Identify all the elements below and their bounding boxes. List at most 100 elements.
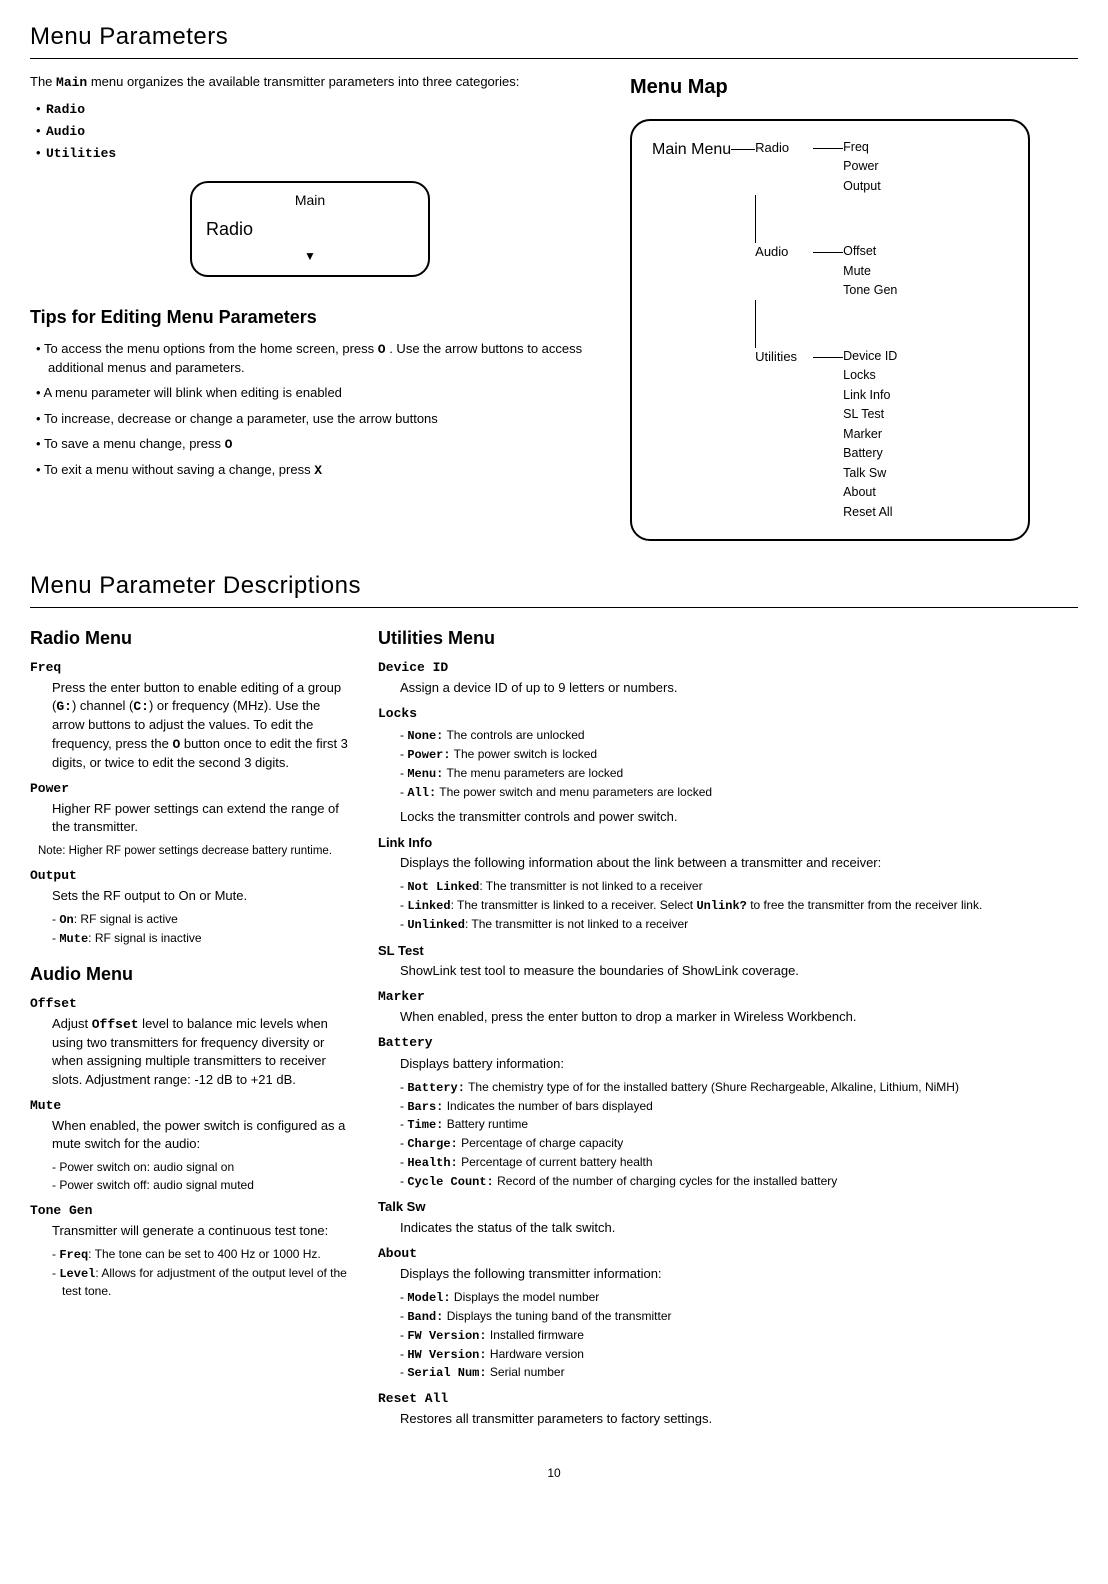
sub-item: Freq: The tone can be set to 400 Hz or 1… bbox=[52, 1246, 350, 1264]
map-audio-label: Audio bbox=[755, 243, 813, 261]
map-item: Offset bbox=[843, 243, 897, 261]
power-note: Note: Higher RF power settings decrease … bbox=[38, 843, 350, 859]
map-item: Device ID bbox=[843, 348, 897, 366]
sub-item: HW Version: Hardware version bbox=[400, 1346, 1078, 1364]
tip-4: To save a menu change, press O bbox=[36, 435, 590, 454]
map-connector-icon bbox=[731, 149, 755, 150]
tonegen-sublist: Freq: The tone can be set to 400 Hz or 1… bbox=[52, 1246, 350, 1299]
marker-body: When enabled, press the enter button to … bbox=[400, 1008, 1078, 1026]
section-heading: Menu Parameters bbox=[30, 20, 1078, 59]
radio-menu-heading: Radio Menu bbox=[30, 626, 350, 651]
battery-body: Displays battery information: bbox=[400, 1055, 1078, 1073]
offset-body: Adjust Offset level to balance mic level… bbox=[52, 1015, 350, 1089]
sub-item: Model: Displays the model number bbox=[400, 1289, 1078, 1307]
sub-item: Unlinked: The transmitter is not linked … bbox=[400, 916, 1078, 934]
sub-item: Level: Allows for adjustment of the outp… bbox=[52, 1265, 350, 1300]
left-column: Radio Menu Freq Press the enter button t… bbox=[30, 622, 350, 1435]
tip-3: To increase, decrease or change a parame… bbox=[36, 410, 590, 428]
param-output: Output bbox=[30, 867, 350, 885]
param-power: Power bbox=[30, 780, 350, 798]
map-item: Power bbox=[843, 158, 881, 176]
lcd-box: Main Radio ▼ bbox=[190, 181, 430, 277]
param-locks: Locks bbox=[378, 705, 1078, 723]
map-col: Radio Freq Power Output Audio Offs bbox=[755, 139, 897, 522]
param-mute: Mute bbox=[30, 1097, 350, 1115]
tips-heading: Tips for Editing Menu Parameters bbox=[30, 305, 590, 330]
intro-c: menu organizes the available transmitter… bbox=[87, 74, 519, 89]
map-utilities-items: Device ID Locks Link Info SL Test Marker… bbox=[843, 348, 897, 522]
cat-utilities: •Utilities bbox=[36, 144, 590, 163]
map-radio-items: Freq Power Output bbox=[843, 139, 881, 196]
sub-item: Battery: The chemistry type of for the i… bbox=[400, 1079, 1078, 1097]
sub-item: Band: Displays the tuning band of the tr… bbox=[400, 1308, 1078, 1326]
battery-sublist: Battery: The chemistry type of for the i… bbox=[400, 1079, 1078, 1191]
tip-2: A menu parameter will blink when editing… bbox=[36, 384, 590, 402]
down-arrow-icon: ▼ bbox=[206, 248, 414, 265]
freq-body: Press the enter button to enable editing… bbox=[52, 679, 350, 772]
sub-item: Time: Battery runtime bbox=[400, 1116, 1078, 1134]
linkinfo-sublist: Not Linked: The transmitter is not linke… bbox=[400, 878, 1078, 933]
sub-item: Mute: RF signal is inactive bbox=[52, 930, 350, 948]
map-item: Locks bbox=[843, 367, 897, 385]
mute-body: When enabled, the power switch is config… bbox=[52, 1117, 350, 1153]
sub-item: Linked: The transmitter is linked to a r… bbox=[400, 897, 1078, 915]
map-item: Tone Gen bbox=[843, 282, 897, 300]
menu-map-side: Menu Map Main Menu Radio Freq Power Outp… bbox=[630, 73, 1078, 542]
cat-radio: •Radio bbox=[36, 100, 590, 119]
map-item: Freq bbox=[843, 139, 881, 157]
map-main: Main Menu bbox=[652, 139, 731, 161]
map-item: Reset All bbox=[843, 504, 897, 522]
param-about: About bbox=[378, 1245, 1078, 1263]
map-radio-label: Radio bbox=[755, 139, 813, 157]
param-marker: Marker bbox=[378, 988, 1078, 1006]
sub-item: FW Version: Installed firmware bbox=[400, 1327, 1078, 1345]
map-item: Link Info bbox=[843, 387, 897, 405]
desc-columns: Radio Menu Freq Press the enter button t… bbox=[30, 622, 1078, 1435]
sub-item: Serial Num: Serial number bbox=[400, 1364, 1078, 1382]
param-battery: Battery bbox=[378, 1034, 1078, 1052]
map-radio-row: Radio Freq Power Output bbox=[755, 139, 897, 196]
right-column: Utilities Menu Device ID Assign a device… bbox=[378, 622, 1078, 1435]
param-deviceid: Device ID bbox=[378, 659, 1078, 677]
param-talksw: Talk Sw bbox=[378, 1198, 1078, 1216]
map-item: Marker bbox=[843, 426, 897, 444]
sub-item: Not Linked: The transmitter is not linke… bbox=[400, 878, 1078, 896]
about-body: Displays the following transmitter infor… bbox=[400, 1265, 1078, 1283]
intro-a: The bbox=[30, 74, 56, 89]
tip-1: To access the menu options from the home… bbox=[36, 340, 590, 377]
audio-menu-heading: Audio Menu bbox=[30, 962, 350, 987]
intro-left: The Main menu organizes the available tr… bbox=[30, 73, 590, 542]
resetall-body: Restores all transmitter parameters to f… bbox=[400, 1410, 1078, 1428]
param-sltest: SL Test bbox=[378, 942, 1078, 960]
locks-sublist: None: The controls are unlocked Power: T… bbox=[400, 727, 1078, 801]
sub-item: On: RF signal is active bbox=[52, 911, 350, 929]
lcd-body: Radio bbox=[206, 217, 414, 242]
intro-row: The Main menu organizes the available tr… bbox=[30, 73, 1078, 542]
map-connector-icon bbox=[813, 357, 843, 358]
param-resetall: Reset All bbox=[378, 1390, 1078, 1408]
intro-main: Main bbox=[56, 75, 87, 90]
map-item: Battery bbox=[843, 445, 897, 463]
about-sublist: Model: Displays the model number Band: D… bbox=[400, 1289, 1078, 1382]
talksw-body: Indicates the status of the talk switch. bbox=[400, 1219, 1078, 1237]
linkinfo-body: Displays the following information about… bbox=[400, 854, 1078, 872]
category-list: •Radio •Audio •Utilities bbox=[36, 100, 590, 164]
power-body: Higher RF power settings can extend the … bbox=[52, 800, 350, 836]
map-utilities-label: Utilities bbox=[755, 348, 813, 366]
tonegen-body: Transmitter will generate a continuous t… bbox=[52, 1222, 350, 1240]
deviceid-body: Assign a device ID of up to 9 letters or… bbox=[400, 679, 1078, 697]
tip-5: To exit a menu without saving a change, … bbox=[36, 461, 590, 480]
sub-item: Power switch on: audio signal on bbox=[52, 1159, 350, 1176]
utilities-menu-heading: Utilities Menu bbox=[378, 626, 1078, 651]
param-linkinfo: Link Info bbox=[378, 834, 1078, 852]
map-connector-icon bbox=[813, 148, 843, 149]
param-freq: Freq bbox=[30, 659, 350, 677]
sub-item: Health: Percentage of current battery he… bbox=[400, 1154, 1078, 1172]
tips-list: To access the menu options from the home… bbox=[30, 340, 590, 480]
locks-body: Locks the transmitter controls and power… bbox=[400, 808, 1078, 826]
lcd-title: Main bbox=[206, 191, 414, 211]
intro-text: The Main menu organizes the available tr… bbox=[30, 73, 590, 92]
map-audio-items: Offset Mute Tone Gen bbox=[843, 243, 897, 300]
menu-map-heading: Menu Map bbox=[630, 73, 1078, 101]
menu-map-box: Main Menu Radio Freq Power Output bbox=[630, 119, 1030, 542]
